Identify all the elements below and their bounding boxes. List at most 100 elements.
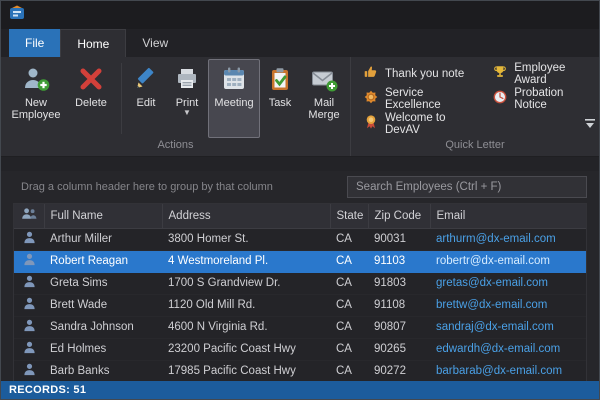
meeting-label: Meeting — [214, 97, 253, 109]
records-count: RECORDS: 51 — [9, 384, 86, 396]
tab-view[interactable]: View — [126, 29, 184, 57]
ribbon-tabstrip: File Home View — [1, 29, 599, 57]
mail-merge-button[interactable]: Mail Merge — [300, 59, 348, 138]
table-row[interactable]: Greta Sims1700 S Grandview Dr.CA91803gre… — [14, 272, 586, 294]
delete-label: Delete — [75, 97, 107, 109]
cell-zip: 90031 — [368, 228, 430, 250]
trophy-icon — [492, 64, 508, 83]
clock-icon — [492, 89, 508, 108]
table-row[interactable]: Arthur Miller3800 Homer St.CA90031arthur… — [14, 228, 586, 250]
column-header-address[interactable]: Address — [162, 204, 330, 228]
service-excellence-item[interactable]: Service Excellence — [359, 86, 484, 111]
table-row[interactable]: Brett Wade1120 Old Mill Rd.CA91108brettw… — [14, 294, 586, 316]
mail-merge-label: Mail Merge — [303, 97, 345, 121]
cell-email-link[interactable]: arthurm@dx-email.com — [430, 228, 586, 250]
cell-address: 3800 Homer St. — [162, 228, 330, 250]
cell-address: 1120 Old Mill Rd. — [162, 294, 330, 316]
row-person-icon — [14, 360, 44, 381]
meeting-button[interactable]: Meeting — [208, 59, 260, 138]
cell-state: CA — [330, 360, 368, 381]
print-button[interactable]: Print ▼ — [166, 59, 208, 138]
task-label: Task — [269, 97, 292, 109]
table-row[interactable]: Ed Holmes23200 Pacific Coast HwyCA90265e… — [14, 338, 586, 360]
column-header-zip[interactable]: Zip Code — [368, 204, 430, 228]
probation-notice-label: Probation Notice — [514, 87, 577, 111]
grid-header-row: Full Name Address State Zip Code Email — [14, 204, 586, 228]
task-button[interactable]: Task — [260, 59, 300, 138]
edit-label: Edit — [137, 97, 156, 109]
cell-zip: 90265 — [368, 338, 430, 360]
table-row[interactable]: Sandra Johnson4600 N Virginia Rd.CA90807… — [14, 316, 586, 338]
table-row[interactable]: Barb Banks17985 Pacific Coast HwyCA90272… — [14, 360, 586, 381]
new-employee-button[interactable]: New Employee — [7, 59, 65, 138]
thank-you-note-label: Thank you note — [385, 68, 464, 80]
new-employee-label: New Employee — [10, 97, 62, 121]
cell-email-link[interactable]: robertr@dx-email.com — [430, 250, 586, 272]
column-header-email[interactable]: Email — [430, 204, 586, 228]
medal-burst-icon — [363, 89, 379, 108]
thank-you-note-item[interactable]: Thank you note — [359, 61, 484, 86]
ribbon-group-actions: New Employee Delete — [1, 57, 350, 156]
cell-address: 1700 S Grandview Dr. — [162, 272, 330, 294]
cell-full-name: Arthur Miller — [44, 228, 162, 250]
meeting-calendar-icon — [220, 64, 248, 94]
employee-award-item[interactable]: Employee Award — [488, 61, 581, 86]
cell-zip: 90807 — [368, 316, 430, 338]
cell-email-link[interactable]: gretas@dx-email.com — [430, 272, 586, 294]
print-dropdown-caret: ▼ — [183, 109, 191, 116]
grid-body: Arthur Miller3800 Homer St.CA90031arthur… — [14, 228, 586, 381]
edit-pencil-icon — [133, 64, 159, 94]
cell-full-name: Ed Holmes — [44, 338, 162, 360]
row-person-icon — [14, 294, 44, 316]
service-excellence-label: Service Excellence — [385, 87, 480, 111]
row-person-icon — [14, 316, 44, 338]
cell-zip: 90272 — [368, 360, 430, 381]
column-header-state[interactable]: State — [330, 204, 368, 228]
cell-address: 4600 N Virginia Rd. — [162, 316, 330, 338]
people-header-icon[interactable] — [14, 204, 44, 228]
cell-full-name: Sandra Johnson — [44, 316, 162, 338]
cell-full-name: Brett Wade — [44, 294, 162, 316]
cell-zip: 91103 — [368, 250, 430, 272]
cell-state: CA — [330, 250, 368, 272]
cell-email-link[interactable]: barbarab@dx-email.com — [430, 360, 586, 381]
ribbon-group-quick-letter: Thank you note Empl — [350, 57, 599, 156]
welcome-to-devav-item[interactable]: Welcome to DevAV — [359, 111, 484, 136]
tab-file[interactable]: File — [9, 29, 60, 57]
status-bar: RECORDS: 51 — [1, 381, 599, 399]
group-by-hint[interactable]: Drag a column header here to group by th… — [13, 181, 347, 193]
ribbon: New Employee Delete — [1, 57, 599, 157]
employee-award-label: Employee Award — [514, 62, 577, 86]
cell-zip: 91803 — [368, 272, 430, 294]
table-row[interactable]: Robert Reagan4 Westmoreland Pl.CA91103ro… — [14, 250, 586, 272]
cell-address: 23200 Pacific Coast Hwy — [162, 338, 330, 360]
cell-email-link[interactable]: sandraj@dx-email.com — [430, 316, 586, 338]
tab-home[interactable]: Home — [60, 29, 126, 57]
row-person-icon — [14, 228, 44, 250]
column-header-full-name[interactable]: Full Name — [44, 204, 162, 228]
employee-grid: Full Name Address State Zip Code Email A… — [13, 203, 587, 381]
quick-letter-more-button[interactable] — [581, 57, 599, 138]
edit-button[interactable]: Edit — [126, 59, 166, 138]
cell-full-name: Robert Reagan — [44, 250, 162, 272]
cell-address: 4 Westmoreland Pl. — [162, 250, 330, 272]
cell-email-link[interactable]: edwardh@dx-email.com — [430, 338, 586, 360]
row-person-icon — [14, 272, 44, 294]
ribbon-separator — [121, 63, 122, 134]
task-clipboard-icon — [267, 64, 293, 94]
quick-letter-group-caption: Quick Letter — [351, 138, 599, 156]
search-input[interactable] — [347, 176, 587, 198]
cell-address: 17985 Pacific Coast Hwy — [162, 360, 330, 381]
ribbon-bottom-strip — [1, 157, 599, 171]
cell-state: CA — [330, 294, 368, 316]
thumbs-up-icon — [363, 64, 379, 83]
grid-toolbar: Drag a column header here to group by th… — [1, 171, 599, 203]
actions-group-caption: Actions — [1, 138, 350, 156]
cell-full-name: Barb Banks — [44, 360, 162, 381]
cell-zip: 91108 — [368, 294, 430, 316]
probation-notice-item[interactable]: Probation Notice — [488, 86, 581, 111]
cell-state: CA — [330, 338, 368, 360]
delete-button[interactable]: Delete — [65, 59, 117, 138]
cell-email-link[interactable]: brettw@dx-email.com — [430, 294, 586, 316]
app-icon — [9, 5, 25, 26]
